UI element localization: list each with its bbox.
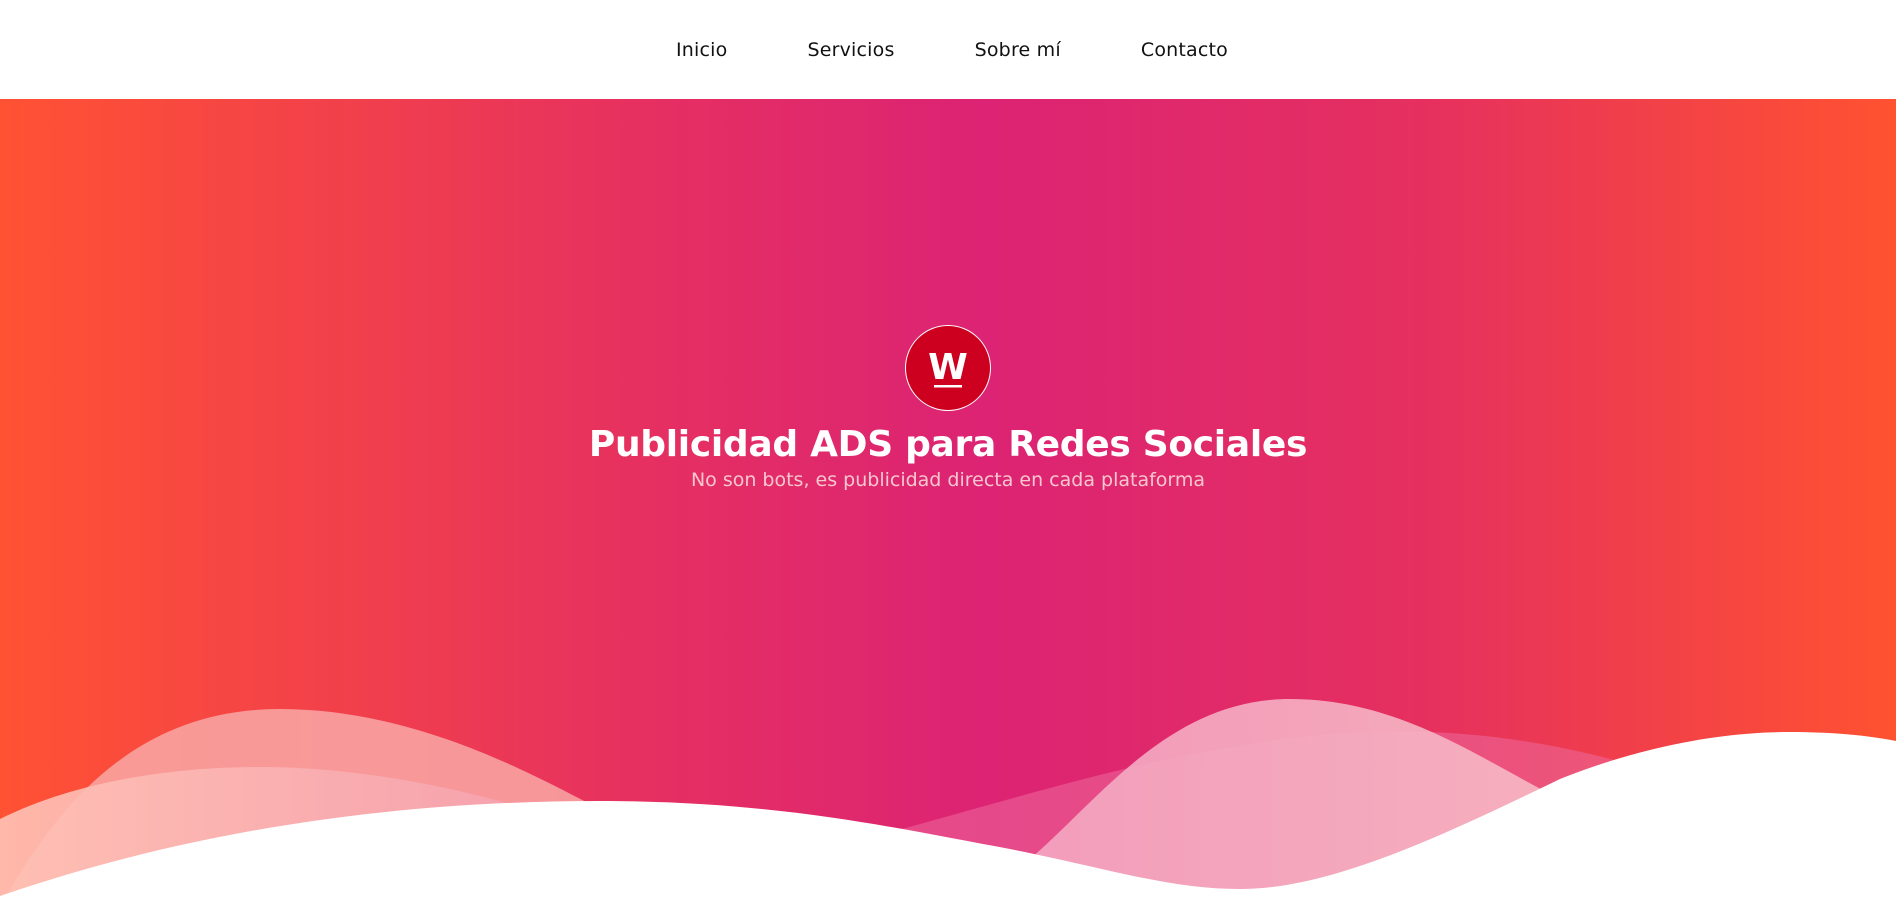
top-navigation: Inicio Servicios Sobre mí Contacto — [0, 0, 1896, 99]
hero-subtitle: No son bots, es publicidad directa en ca… — [690, 469, 1206, 491]
hero-content: W Publicidad ADS para Redes Sociales No … — [0, 325, 1896, 493]
nav-link-servicios[interactable]: Servicios — [807, 39, 894, 61]
page: Inicio Servicios Sobre mí Contacto W Pub… — [0, 0, 1896, 907]
nav-link-contacto[interactable]: Contacto — [1141, 39, 1228, 61]
hero-title: Publicidad ADS para Redes Sociales — [588, 424, 1308, 465]
brand-logo: W — [905, 325, 991, 411]
nav-link-inicio[interactable]: Inicio — [676, 39, 727, 61]
w-logo-icon: W — [928, 347, 968, 388]
decorative-waves — [0, 699, 1896, 907]
hero-section: W Publicidad ADS para Redes Sociales No … — [0, 99, 1896, 907]
nav-link-sobre-mi[interactable]: Sobre mí — [975, 39, 1061, 61]
logo-letter: W — [928, 347, 968, 388]
